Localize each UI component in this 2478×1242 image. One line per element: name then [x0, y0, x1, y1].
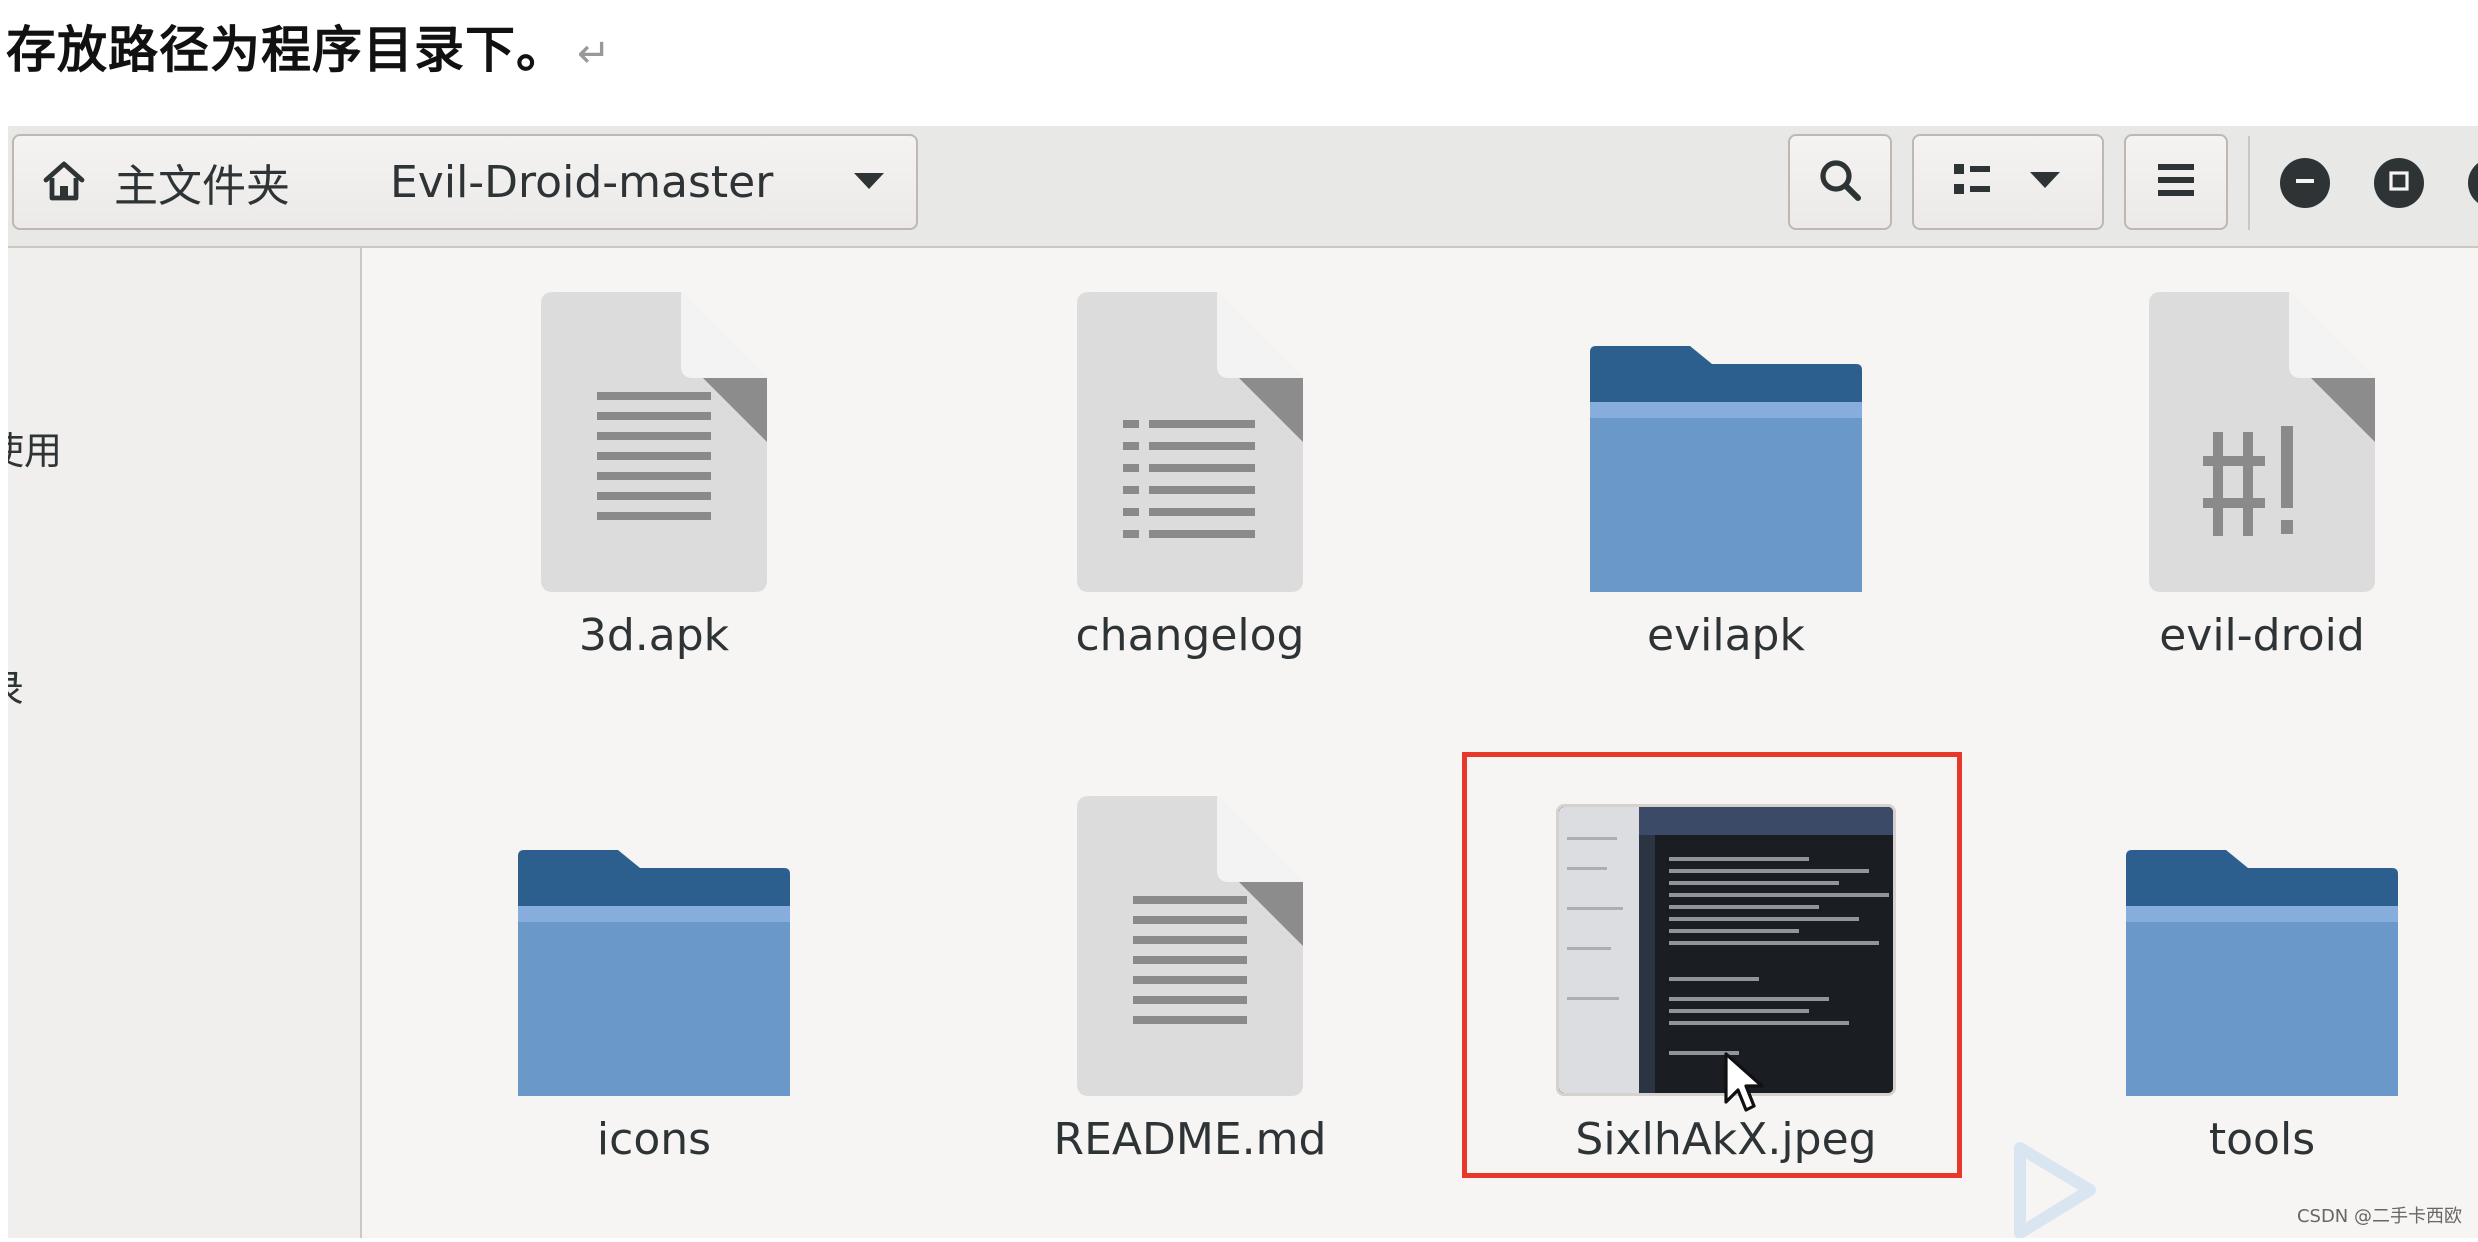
menu-button[interactable] — [2124, 134, 2228, 230]
text-file-icon — [1077, 796, 1303, 1096]
search-icon — [1816, 156, 1864, 208]
file-item[interactable]: 3d.apk — [484, 292, 824, 661]
mouse-cursor-icon — [1722, 1050, 1778, 1124]
script-file-icon — [2149, 292, 2375, 592]
sidebar-item-recent[interactable]: 使用 — [8, 420, 62, 475]
maximize-button[interactable] — [2374, 158, 2424, 208]
file-name: 3d.apk — [578, 610, 730, 661]
caption-text: 存放路径为程序目录下。 — [6, 21, 567, 79]
path-segment-current[interactable]: Evil-Droid-master — [330, 157, 773, 208]
file-name: evil-droid — [2159, 610, 2365, 661]
file-item[interactable]: tools — [2092, 796, 2432, 1165]
video-player-logo-icon — [2010, 1138, 2210, 1242]
minimize-button[interactable] — [2280, 158, 2330, 208]
list-view-icon — [1954, 162, 1998, 202]
minimize-icon — [2293, 169, 2317, 197]
sidebar: 使用 录 — [8, 248, 362, 1238]
hamburger-icon — [2156, 162, 2196, 202]
text-file-icon — [541, 292, 767, 592]
folder-icon — [518, 850, 790, 1096]
file-item[interactable]: evil-droid — [2092, 292, 2432, 661]
file-name: README.md — [1053, 1114, 1327, 1165]
watermark: CSDN @二手卡西欧 — [2296, 1206, 2462, 1227]
path-segment-home[interactable]: 主文件夹 — [114, 150, 330, 214]
header-separator — [2248, 136, 2250, 230]
file-grid: 3d.apk changelog evilapk evil-droid icon… — [364, 248, 2478, 1238]
page-caption: 存放路径为程序目录下。 ↵ — [6, 10, 612, 82]
file-item[interactable]: icons — [484, 796, 824, 1165]
file-name: changelog — [1075, 610, 1305, 661]
return-mark: ↵ — [577, 31, 612, 77]
chevron-down-icon — [2028, 169, 2062, 195]
file-name: icons — [596, 1114, 712, 1165]
headerbar: 主文件夹 Evil-Droid-master — [8, 126, 2478, 248]
file-item[interactable]: README.md — [1020, 796, 1360, 1165]
list-file-icon — [1077, 292, 1303, 592]
chevron-down-icon[interactable] — [852, 170, 886, 196]
search-button[interactable] — [1788, 134, 1892, 230]
home-icon[interactable] — [14, 136, 114, 228]
sidebar-item-directory[interactable]: 录 — [8, 658, 24, 713]
close-button[interactable] — [2468, 158, 2478, 208]
view-mode-button[interactable] — [1912, 134, 2104, 230]
file-item[interactable]: evilapk — [1556, 292, 1896, 661]
folder-icon — [1590, 346, 1862, 592]
path-bar[interactable]: 主文件夹 Evil-Droid-master — [12, 134, 918, 230]
folder-icon — [2126, 850, 2398, 1096]
file-name: evilapk — [1647, 610, 1805, 661]
file-item[interactable]: changelog — [1020, 292, 1360, 661]
file-manager-window: 主文件夹 Evil-Droid-master 用 3d.apk changelo… — [8, 126, 2478, 1238]
maximize-icon — [2387, 169, 2411, 197]
